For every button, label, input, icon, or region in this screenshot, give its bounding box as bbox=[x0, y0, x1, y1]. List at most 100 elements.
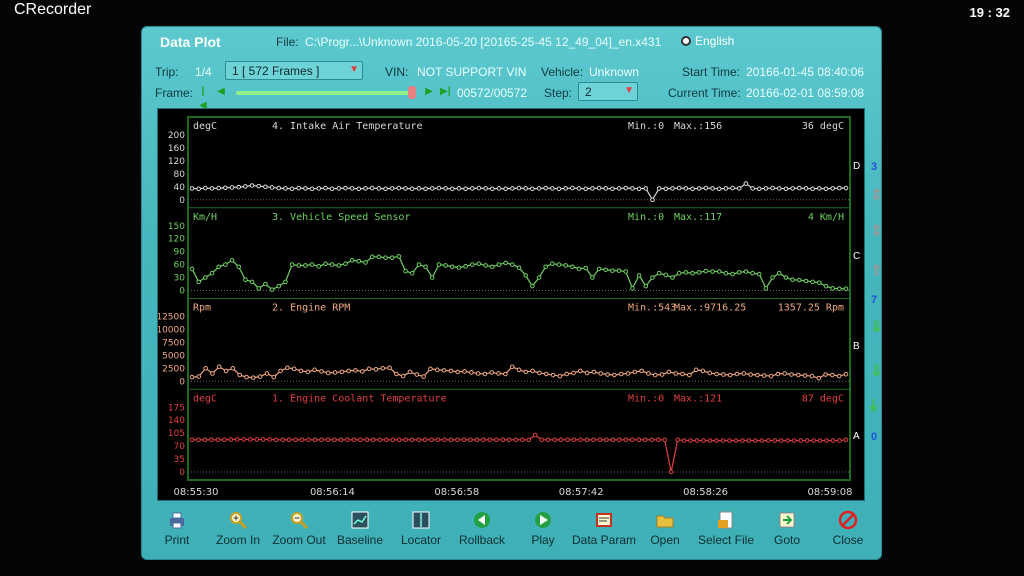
open-button[interactable]: Open bbox=[633, 510, 697, 547]
data-point bbox=[376, 186, 382, 191]
data-point bbox=[490, 264, 495, 270]
print-button[interactable]: Print bbox=[145, 510, 209, 547]
panel-max: Max.:9716.25 bbox=[674, 303, 746, 314]
play-button[interactable]: Play bbox=[511, 510, 575, 547]
data-point bbox=[264, 371, 270, 376]
last-frame-icon[interactable]: ▶| bbox=[440, 85, 451, 99]
data-point bbox=[351, 437, 357, 443]
data-plot-chart[interactable]: 200 160 120 80 40 0 degC 4. Intake Air Temperat… bbox=[158, 109, 866, 502]
zoom-in-button[interactable]: Zoom In bbox=[206, 510, 270, 547]
data-point bbox=[429, 275, 435, 280]
channel-letter-a[interactable]: A bbox=[853, 431, 860, 442]
data-point bbox=[563, 263, 569, 268]
rollback-button[interactable]: Rollback bbox=[450, 510, 514, 547]
data-point bbox=[429, 186, 435, 191]
channel-letter-c[interactable]: C bbox=[853, 251, 860, 262]
data-point bbox=[564, 371, 569, 377]
scroll-up-double-icon[interactable]: ⇕ bbox=[870, 185, 883, 205]
data-point bbox=[223, 368, 229, 374]
trip-select-value: 1 [ 572 Frames ] bbox=[232, 64, 320, 78]
zoom-out-button[interactable]: Zoom Out bbox=[267, 510, 331, 547]
scroll-down-icon[interactable]: ⇓ bbox=[870, 361, 883, 381]
panel-current: 1357.25 Rpm bbox=[778, 303, 844, 314]
data-point bbox=[643, 186, 649, 191]
channel-letter-d[interactable]: D bbox=[853, 161, 860, 172]
data-point bbox=[803, 186, 809, 191]
panel-current: 87 degC bbox=[802, 393, 844, 404]
data-point bbox=[283, 186, 288, 191]
scroll-up-single-icon[interactable]: ⇑ bbox=[870, 261, 883, 281]
frame-slider-thumb[interactable] bbox=[408, 86, 416, 99]
data-point bbox=[688, 438, 693, 443]
data-point bbox=[750, 186, 755, 191]
data-point bbox=[403, 186, 408, 191]
data-point bbox=[618, 371, 624, 377]
folder-icon bbox=[655, 510, 675, 530]
trip-select[interactable]: 1 [ 572 Frames ] ▼ bbox=[225, 61, 363, 80]
data-point bbox=[789, 372, 794, 377]
data-point bbox=[552, 437, 557, 443]
data-point bbox=[791, 438, 797, 443]
data-point bbox=[765, 438, 771, 443]
data-point bbox=[363, 260, 368, 265]
locator-button[interactable]: Locator bbox=[389, 510, 453, 547]
data-point bbox=[476, 185, 482, 191]
plot-area[interactable]: 200 160 120 80 40 0 degC 4. Intake Air Temperat… bbox=[157, 108, 865, 501]
data-point bbox=[756, 271, 762, 277]
data-point bbox=[817, 438, 823, 443]
data-point bbox=[516, 367, 522, 373]
data-point bbox=[349, 257, 355, 263]
data-point bbox=[500, 437, 506, 443]
data-point bbox=[276, 283, 282, 289]
data-point bbox=[286, 437, 292, 443]
data-point bbox=[462, 369, 467, 374]
data-point bbox=[273, 437, 279, 443]
data-point bbox=[616, 268, 622, 273]
data-point bbox=[741, 371, 747, 376]
data-param-button[interactable]: Data Param bbox=[572, 510, 636, 547]
data-point bbox=[423, 186, 428, 192]
data-point bbox=[421, 374, 426, 379]
prev-frame-icon[interactable]: ◀ bbox=[216, 85, 226, 99]
data-point bbox=[720, 438, 726, 443]
toolbar-label: Select File bbox=[697, 533, 755, 547]
scroll-down-single-icon[interactable]: ⇓ bbox=[870, 317, 883, 337]
step-select[interactable]: 2 ▼ bbox=[578, 82, 638, 101]
data-point bbox=[299, 437, 305, 443]
frame-slider-track[interactable] bbox=[236, 91, 412, 95]
scroll-up-icon[interactable]: ⇕ bbox=[870, 221, 883, 241]
y-tick-label: 0 bbox=[179, 377, 185, 387]
data-point bbox=[570, 264, 575, 270]
data-point bbox=[659, 372, 665, 377]
trip-value: 1/4 bbox=[195, 65, 212, 79]
language-option[interactable]: English bbox=[681, 34, 734, 48]
data-point bbox=[263, 184, 268, 190]
next-frame-icon[interactable]: ▶ bbox=[424, 85, 434, 99]
data-point bbox=[550, 372, 556, 378]
data-point bbox=[591, 437, 596, 443]
close-button[interactable]: Close bbox=[816, 510, 880, 547]
data-point bbox=[636, 437, 642, 443]
data-point bbox=[545, 437, 551, 443]
current-time-label: Current Time: bbox=[668, 86, 741, 100]
data-point bbox=[670, 275, 675, 280]
panel-unit: degC bbox=[193, 393, 217, 404]
toolbar-label: Data Param bbox=[572, 533, 637, 547]
data-point bbox=[496, 371, 501, 376]
start-time-value: 20166-01-45 08:40:06 bbox=[746, 65, 865, 79]
data-point bbox=[557, 373, 563, 379]
y-tick-label: 2500 bbox=[162, 364, 185, 374]
screen: CRecorder 19 : 32 Data Plot File: C:\Pro… bbox=[0, 0, 1024, 576]
scroll-down-double-icon[interactable]: ⤓ bbox=[870, 397, 877, 415]
channel-letter-b[interactable]: B bbox=[853, 341, 860, 352]
data-point bbox=[570, 185, 575, 191]
data-point bbox=[700, 368, 706, 374]
goto-button[interactable]: Goto bbox=[755, 510, 819, 547]
baseline-button[interactable]: Baseline bbox=[328, 510, 392, 547]
first-frame-icon[interactable]: |◀ bbox=[198, 85, 208, 111]
data-point bbox=[510, 186, 515, 191]
radio-icon[interactable] bbox=[681, 36, 691, 46]
data-point bbox=[387, 365, 392, 371]
data-point bbox=[790, 186, 795, 191]
select-file-button[interactable]: Select File bbox=[694, 510, 758, 547]
